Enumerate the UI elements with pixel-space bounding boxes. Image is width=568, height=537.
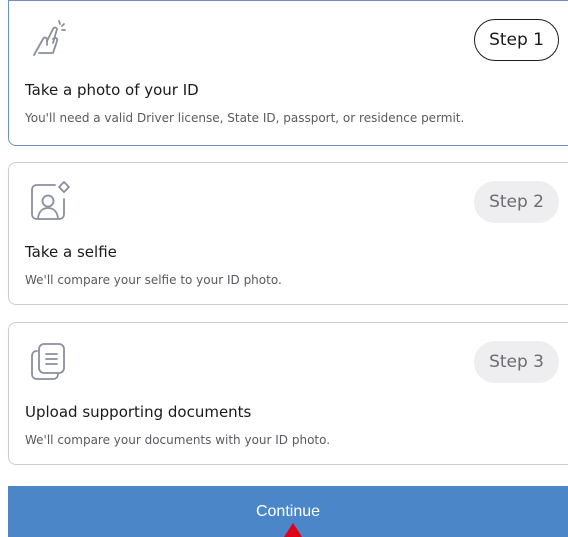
- step-card-photo-id[interactable]: Step 1 Take a photo of your ID You'll ne…: [8, 0, 568, 146]
- step-badge: Step 1: [474, 19, 559, 61]
- step-title: Take a photo of your ID: [25, 81, 199, 99]
- step-badge: Step 2: [474, 181, 559, 223]
- step-description: We'll compare your documents with your I…: [25, 433, 331, 447]
- step-card-documents[interactable]: Step 3 Upload supporting documents We'll…: [8, 322, 568, 465]
- hand-tap-icon: [25, 15, 73, 63]
- step-title: Upload supporting documents: [25, 403, 252, 421]
- id-verification-steps: Step 1 Take a photo of your ID You'll ne…: [0, 0, 568, 537]
- step-title: Take a selfie: [25, 243, 117, 261]
- step-description: You'll need a valid Driver license, Stat…: [25, 111, 465, 125]
- step-badge: Step 3: [474, 341, 559, 383]
- selfie-portrait-icon: [25, 177, 73, 225]
- step-description: We'll compare your selfie to your ID pho…: [25, 273, 282, 287]
- step-card-selfie[interactable]: Step 2 Take a selfie We'll compare your …: [8, 162, 568, 305]
- documents-icon: [25, 337, 73, 385]
- cursor-pointer-icon: [284, 523, 302, 537]
